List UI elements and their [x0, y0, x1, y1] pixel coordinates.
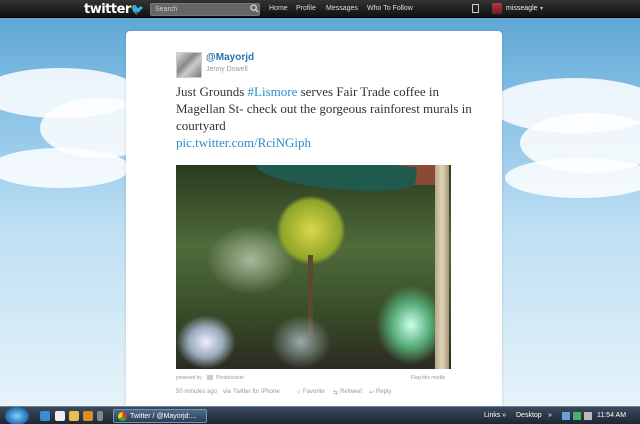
chrome-icon: [118, 412, 127, 421]
chevron-down-icon[interactable]: ▾: [540, 5, 543, 12]
user-avatar[interactable]: [492, 3, 502, 14]
tweet-author-name: Jenny Dowell: [206, 66, 248, 73]
client-link[interactable]: Twitter for iPhone: [233, 389, 280, 395]
desktop-chevron-icon[interactable]: »: [548, 412, 552, 419]
volume-icon[interactable]: [584, 412, 592, 420]
taskbar-window-button[interactable]: Twitter / @Mayorjd:...: [113, 409, 207, 423]
hashtag-link[interactable]: #Lismore: [248, 84, 298, 99]
logo-text: twitter: [84, 2, 131, 17]
ie-icon[interactable]: [40, 411, 50, 421]
document-icon[interactable]: [55, 411, 65, 421]
search-input[interactable]: Search: [150, 3, 260, 16]
nav-who-to-follow[interactable]: Who To Follow: [367, 5, 413, 12]
photo-pole: [435, 165, 449, 369]
links-toolbar[interactable]: Links: [484, 412, 500, 419]
nav-home[interactable]: Home: [269, 5, 288, 12]
compose-icon[interactable]: [472, 4, 479, 13]
retweet-icon: ⇆: [333, 390, 339, 396]
via-label: via: [223, 389, 231, 395]
powered-by-label: powered by: [176, 375, 202, 381]
cloud: [505, 158, 640, 198]
system-clock[interactable]: 11:54 AM: [597, 412, 626, 419]
photobucket-link[interactable]: Photobucket: [216, 375, 244, 381]
tweet-author-avatar[interactable]: [176, 52, 202, 78]
photo-umbrella: [254, 165, 418, 198]
folder-icon[interactable]: [69, 411, 79, 421]
photo-fern-left: [176, 315, 236, 369]
twitter-logo[interactable]: twitter🐦: [84, 2, 145, 17]
reply-button[interactable]: Reply: [376, 389, 391, 395]
photo-path: [271, 315, 331, 369]
tweet-author-handle[interactable]: @Mayorjd: [206, 52, 254, 63]
media-link[interactable]: pic.twitter.com/RciNGiph: [176, 135, 311, 150]
username-label[interactable]: misseagle: [506, 5, 538, 12]
tweet-card: @Mayorjd Jenny Dowell Just Grounds #Lism…: [126, 31, 502, 406]
media-icon[interactable]: [83, 411, 93, 421]
favorite-button[interactable]: Favorite: [303, 389, 325, 395]
desktop-toolbar[interactable]: Desktop: [516, 412, 542, 419]
cloud: [0, 148, 130, 188]
network-icon[interactable]: [562, 412, 570, 420]
links-chevron-icon[interactable]: »: [502, 412, 506, 419]
flag-media-link[interactable]: Flag this media: [411, 375, 445, 381]
search-icon[interactable]: [250, 4, 259, 13]
retweet-button[interactable]: Retweet: [340, 389, 362, 395]
nav-messages[interactable]: Messages: [326, 5, 358, 12]
sync-icon[interactable]: [573, 412, 581, 420]
tweet-text-start: Just Grounds: [176, 84, 248, 99]
tweet-photo[interactable]: [176, 165, 451, 369]
top-navigation-bar: twitter🐦 Search Home Profile Messages Wh…: [0, 0, 640, 18]
star-icon: ☆: [296, 390, 302, 396]
more-icon[interactable]: [97, 411, 103, 421]
tweet-text: Just Grounds #Lismore serves Fair Trade …: [176, 83, 476, 151]
photobucket-icon: [207, 375, 213, 380]
tweet-timestamp[interactable]: 50 minutes ago: [176, 389, 217, 395]
reply-icon: ↩: [369, 390, 375, 396]
taskbar-window-label: Twitter / @Mayorjd:...: [130, 413, 197, 420]
windows-taskbar: Twitter / @Mayorjd:... Links » Desktop »…: [0, 406, 640, 424]
bird-icon: 🐦: [130, 3, 145, 16]
start-button[interactable]: [5, 407, 29, 424]
nav-profile[interactable]: Profile: [296, 5, 316, 12]
